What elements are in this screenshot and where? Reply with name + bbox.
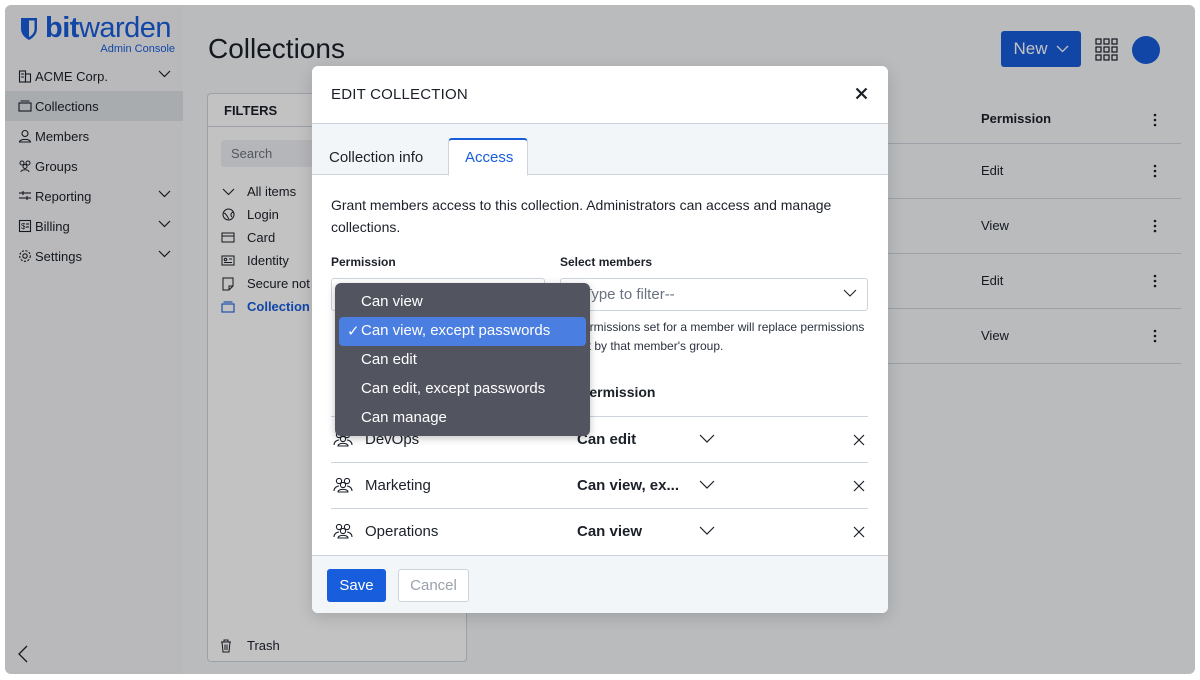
remove-icon[interactable]: [853, 434, 865, 446]
save-button[interactable]: Save: [327, 569, 386, 602]
close-icon[interactable]: [855, 87, 868, 100]
dropdown-option-label: Can view, except passwords: [361, 322, 551, 339]
dropdown-option-selected[interactable]: ✓ Can view, except passwords: [339, 317, 586, 346]
chevron-down-icon[interactable]: [699, 526, 715, 535]
remove-icon[interactable]: [853, 526, 865, 538]
access-row-permission[interactable]: Can edit: [577, 431, 681, 448]
app-window: bitwarden Admin Console ACME Corp. Colle…: [5, 5, 1195, 674]
access-row-name: Operations: [365, 523, 439, 540]
users-icon: [333, 523, 353, 539]
members-label: Select members: [560, 255, 653, 269]
chevron-down-icon[interactable]: [699, 480, 715, 489]
access-row: Marketing Can view, ex...: [331, 462, 868, 508]
members-select[interactable]: --Type to filter--: [560, 278, 868, 311]
remove-icon[interactable]: [853, 480, 865, 492]
dropdown-option[interactable]: Can edit: [339, 346, 586, 375]
access-description: Grant members access to this collection.…: [331, 197, 832, 235]
dialog-footer: Save Cancel: [312, 555, 888, 613]
hint-line: set by that member's group.: [575, 339, 724, 353]
access-row-permission[interactable]: Can view, ex...: [577, 477, 681, 494]
dialog-tabs: Collection info Access: [312, 124, 888, 176]
permission-dropdown: Can view ✓ Can view, except passwords Ca…: [335, 283, 590, 436]
permission-hint: Permissions set for a member will replac…: [575, 318, 875, 356]
access-row-permission[interactable]: Can view: [577, 523, 681, 540]
access-row-name: Marketing: [365, 477, 431, 494]
checkmark-icon: ✓: [347, 323, 360, 340]
tab-access[interactable]: Access: [448, 138, 528, 176]
dialog-title: EDIT COLLECTION: [331, 86, 468, 103]
chevron-down-icon[interactable]: [699, 434, 715, 443]
tab-collection-info[interactable]: Collection info: [313, 138, 439, 175]
permission-column-header: Permission: [580, 384, 656, 400]
dropdown-option[interactable]: Can manage: [339, 404, 586, 433]
dialog-header: EDIT COLLECTION: [312, 66, 888, 124]
access-row: Operations Can view: [331, 508, 868, 554]
permission-label: Permission: [331, 255, 396, 269]
dropdown-option[interactable]: Can view: [339, 288, 586, 317]
users-icon: [333, 477, 353, 493]
cancel-button[interactable]: Cancel: [398, 569, 469, 602]
hint-line: Permissions set for a member will replac…: [575, 320, 865, 334]
dropdown-option[interactable]: Can edit, except passwords: [339, 375, 586, 404]
chevron-down-icon: [843, 289, 857, 297]
